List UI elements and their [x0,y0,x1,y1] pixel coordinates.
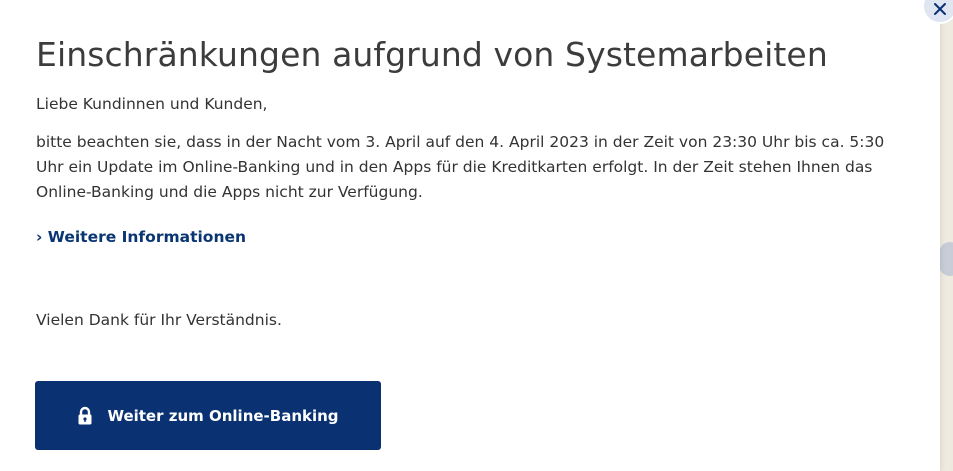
backdrop-scroll-handle [939,242,953,276]
modal-title: Einschränkungen aufgrund von Systemarbei… [36,35,828,74]
continue-online-banking-button[interactable]: Weiter zum Online-Banking [35,381,381,450]
close-icon [932,1,948,17]
more-info-link[interactable]: › Weitere Informationen [36,228,246,246]
continue-online-banking-label: Weiter zum Online-Banking [107,406,339,425]
modal-body-text: bitte beachten sie, dass in der Nacht vo… [36,133,885,201]
lock-icon [77,406,93,426]
modal-greeting: Liebe Kundinnen und Kunden, [36,95,268,113]
modal-thanks-text: Vielen Dank für Ihr Verständnis. [36,311,282,329]
backdrop-edge [939,0,953,471]
maintenance-modal: Einschränkungen aufgrund von Systemarbei… [0,0,940,471]
